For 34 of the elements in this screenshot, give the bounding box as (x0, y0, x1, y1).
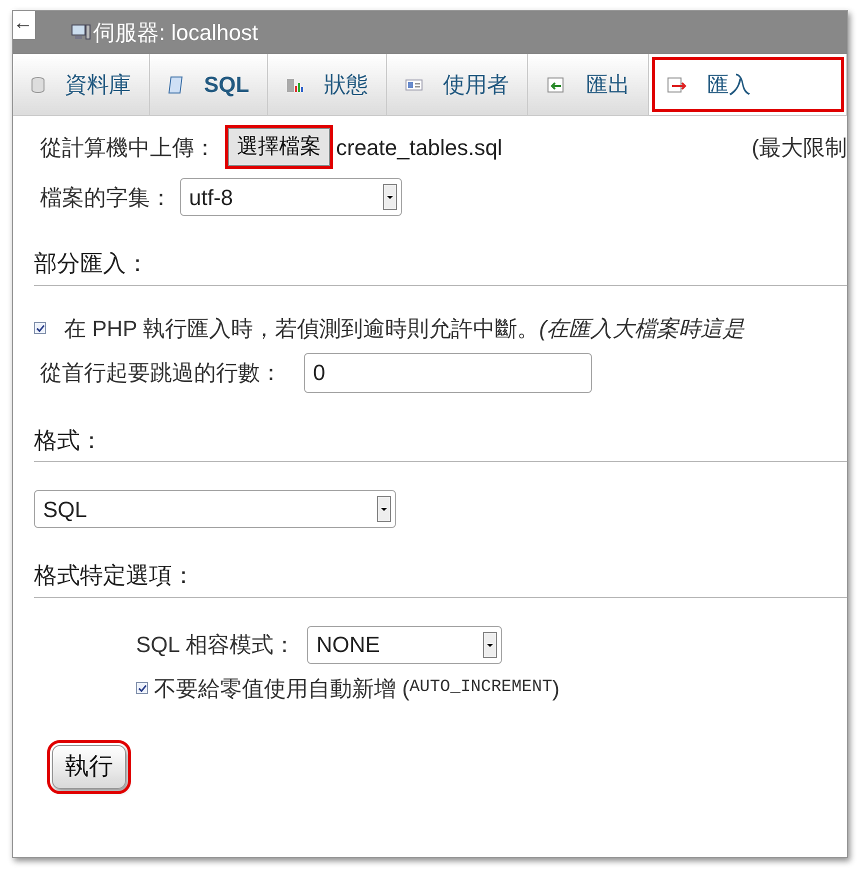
compat-select[interactable]: NONE (307, 626, 502, 664)
tab[interactable]: 匯入 (649, 54, 847, 115)
skip-rows-field[interactable]: 0 (304, 352, 592, 392)
closing-paren: ) (552, 674, 560, 702)
scroll-icon (168, 76, 184, 94)
section-heading: 格式特定選項： (34, 561, 196, 590)
upload-label: 從計算機中上傳： (40, 134, 216, 162)
tab[interactable]: 狀態 (268, 54, 388, 115)
checkbox[interactable] (136, 682, 148, 694)
tab[interactable]: SQL (150, 54, 268, 115)
auto-increment-code: AUTO_INCREMENT (409, 677, 552, 698)
charset-select[interactable]: utf-8 (180, 178, 402, 216)
database-icon (31, 76, 45, 92)
window-title: 伺服器: localhost (93, 19, 258, 47)
interrupt-label: 在 PHP 執行匯入時，若偵測到逾時則允許中斷。(在匯入大檔案時這是 (64, 314, 744, 342)
file-name: create_tables.sql (336, 134, 502, 162)
export-icon (546, 76, 566, 92)
section-heading: 部分匯入： (34, 249, 150, 278)
auto-increment-label: 不要給零值使用自動新增 ( (154, 674, 410, 702)
server-icon (71, 24, 91, 42)
checkbox[interactable] (34, 322, 46, 334)
import-icon (667, 76, 688, 92)
size-limit: (最大限制 (752, 134, 847, 162)
back-link[interactable]: ← (13, 11, 35, 39)
skip-rows-label: 從首行起要跳過的行數： (40, 359, 282, 387)
charset-label: 檔案的字集： (40, 184, 172, 212)
choose-file-button[interactable]: 選擇檔案 (228, 128, 330, 166)
bar-chart-icon (286, 76, 304, 92)
section-heading: 格式： (34, 426, 104, 454)
id-card-icon (405, 78, 424, 92)
format-select[interactable]: SQL (34, 490, 396, 528)
tab[interactable]: 資料庫 (13, 54, 150, 115)
compat-label: SQL 相容模式： (136, 631, 296, 659)
tab[interactable]: 使用者 (387, 54, 528, 115)
